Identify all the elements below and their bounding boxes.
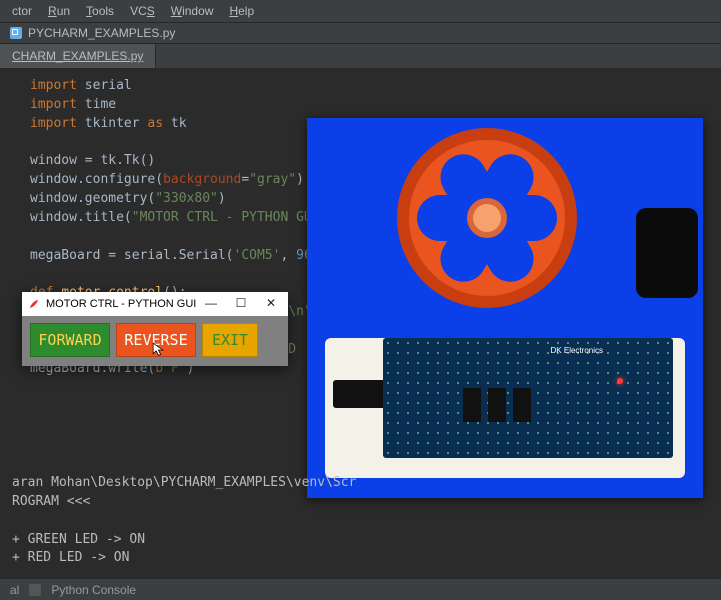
- menu-tools[interactable]: Tools: [80, 2, 120, 20]
- pcb-label: DK Electronics: [551, 346, 603, 355]
- hardware-photo: DK Electronics: [307, 118, 703, 498]
- python-file-icon: [10, 27, 22, 39]
- menu-vcs[interactable]: VCS: [124, 2, 161, 20]
- forward-button[interactable]: FORWARD: [30, 323, 110, 357]
- motor-body: [636, 208, 698, 298]
- cursor-icon: [152, 342, 164, 358]
- python-console-tab[interactable]: Python Console: [51, 583, 136, 597]
- run-output: aran Mohan\Desktop\PYCHARM_EXAMPLES\venv…: [4, 470, 721, 572]
- output-line: aran Mohan\Desktop\PYCHARM_EXAMPLES\venv…: [12, 474, 713, 493]
- reverse-button[interactable]: REVERSE: [116, 323, 196, 357]
- minimize-button[interactable]: —: [196, 292, 226, 314]
- tab-file[interactable]: CHARM_EXAMPLES.py: [0, 44, 156, 68]
- motor-wheel: [397, 128, 577, 308]
- gutter: [0, 77, 24, 499]
- breadcrumb: PYCHARM_EXAMPLES.py: [0, 22, 721, 44]
- tkinter-title: MOTOR CTRL - PYTHON GUI: [46, 298, 196, 310]
- menu-ctor[interactable]: ctor: [6, 2, 38, 20]
- output-line: + RED LED -> ON: [12, 549, 713, 568]
- red-led-icon: [617, 378, 623, 384]
- tkinter-titlebar[interactable]: MOTOR CTRL - PYTHON GUI — ☐ ✕: [22, 292, 288, 316]
- maximize-button[interactable]: ☐: [226, 292, 256, 314]
- menu-bar: ctor Run Tools VCS Window Help: [0, 0, 721, 22]
- menu-window[interactable]: Window: [165, 2, 220, 20]
- editor-tab-bar: CHARM_EXAMPLES.py: [0, 44, 721, 69]
- close-button[interactable]: ✕: [256, 292, 286, 314]
- menu-run[interactable]: Run: [42, 2, 76, 20]
- output-line: + GREEN LED -> ON: [12, 531, 713, 550]
- tkinter-window: MOTOR CTRL - PYTHON GUI — ☐ ✕ FORWARD RE…: [22, 292, 288, 366]
- tkinter-icon: [28, 298, 40, 310]
- output-line: ROGRAM <<<: [12, 493, 713, 512]
- menu-help[interactable]: Help: [223, 2, 260, 20]
- python-console-icon: [29, 584, 41, 596]
- motor-shield-pcb: DK Electronics: [383, 338, 673, 458]
- breadcrumb-file[interactable]: PYCHARM_EXAMPLES.py: [28, 26, 175, 40]
- status-bar: al Python Console: [0, 578, 721, 600]
- terminal-tab[interactable]: al: [10, 583, 19, 597]
- exit-button[interactable]: EXIT: [202, 323, 258, 357]
- usb-cable: [333, 380, 389, 408]
